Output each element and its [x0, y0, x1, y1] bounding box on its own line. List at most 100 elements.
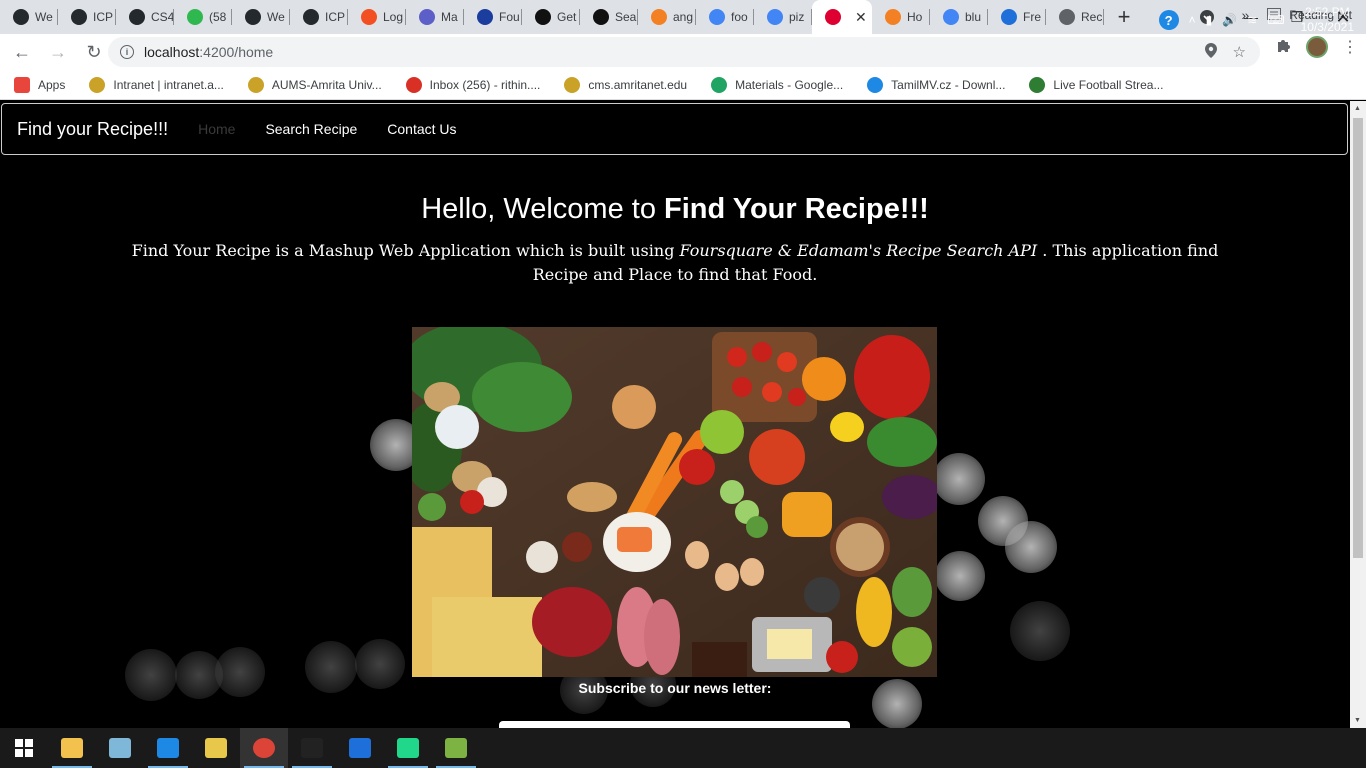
- browser-tab[interactable]: ICP: [290, 0, 348, 34]
- scroll-down-icon[interactable]: ▼: [1354, 717, 1361, 724]
- tab-label: ang: [673, 10, 694, 24]
- menu-icon[interactable]: ⋮: [1342, 37, 1358, 57]
- volume-icon[interactable]: 🔊: [1222, 13, 1237, 27]
- reload-icon[interactable]: ↻: [78, 36, 110, 68]
- page-viewport: Find your Recipe!!! Home Search Recipe C…: [0, 101, 1350, 728]
- location-icon[interactable]: [1204, 43, 1217, 62]
- wifi-icon[interactable]: ≋: [1247, 13, 1257, 27]
- address-bar[interactable]: i localhost:4200/home ☆: [108, 37, 1260, 67]
- webstorm-icon[interactable]: [384, 728, 432, 768]
- bookmark-favicon: [711, 76, 728, 93]
- bookmark-favicon: [247, 76, 264, 93]
- bookmark-item[interactable]: Intranet | intranet.a...: [89, 76, 224, 93]
- browser-tab[interactable]: ICP: [58, 0, 116, 34]
- url-host: localhost: [144, 44, 200, 60]
- bookmark-item[interactable]: Live Football Strea...: [1029, 76, 1164, 93]
- new-tab-icon[interactable]: +: [1104, 0, 1144, 34]
- stackexchange-icon: [651, 9, 667, 25]
- site-info-icon[interactable]: i: [120, 45, 134, 59]
- stackoverflow-icon: [593, 9, 609, 25]
- url-path: :4200/home: [199, 44, 274, 60]
- browser-tab[interactable]: We: [232, 0, 290, 34]
- tab-separator: [1103, 9, 1104, 25]
- bookmark-favicon: [89, 76, 106, 93]
- chrome-icon[interactable]: [240, 728, 288, 768]
- bookmark-item[interactable]: cms.amritanet.edu: [564, 76, 687, 93]
- bookmark-item[interactable]: AUMS-Amrita Univ...: [247, 76, 382, 93]
- browser-tab[interactable]: Get: [522, 0, 580, 34]
- tab-label: Rec: [1081, 10, 1103, 24]
- app-icon-glyph: [445, 738, 467, 758]
- extensions-icon[interactable]: [1276, 37, 1292, 57]
- bookmark-label: Apps: [38, 77, 66, 92]
- clock-time: 2:52 PM: [1304, 5, 1350, 19]
- folder-icon[interactable]: [192, 728, 240, 768]
- back-icon[interactable]: ←: [6, 36, 38, 68]
- bookmark-star-icon[interactable]: ☆: [1233, 43, 1246, 62]
- browser-tab[interactable]: Ma: [406, 0, 464, 34]
- forward-icon[interactable]: →: [42, 36, 74, 68]
- browser-tab[interactable]: blu: [930, 0, 988, 34]
- notepad-icon-glyph: [109, 738, 131, 758]
- bookmark-label: Live Football Strea...: [1053, 77, 1164, 92]
- webstorm-icon-glyph: [397, 738, 419, 758]
- app-icon[interactable]: [432, 728, 480, 768]
- bookmark-favicon: [867, 76, 884, 93]
- browser-tab[interactable]: We: [0, 0, 58, 34]
- bookmarks-bar: Apps Intranet | intranet.a... AUMS-Amrita …: [0, 70, 1366, 100]
- bookmark-item[interactable]: Materials - Google...: [711, 76, 843, 93]
- browser-tab[interactable]: (58: [174, 0, 232, 34]
- browser-tab[interactable]: Fou: [464, 0, 522, 34]
- browser-tab[interactable]: Log: [348, 0, 406, 34]
- tab-label: foo: [731, 10, 748, 24]
- tab-label: We: [267, 10, 285, 24]
- browser-tab[interactable]: CS4: [116, 0, 174, 34]
- bookmark-item[interactable]: TamilMV.cz - Downl...: [867, 76, 1006, 93]
- battery-icon[interactable]: ▮: [1206, 13, 1213, 27]
- browser-tab[interactable]: Sea: [580, 0, 638, 34]
- help-icon[interactable]: ?: [1158, 10, 1179, 30]
- tab-label: Sea: [615, 10, 637, 24]
- chevron-up-icon[interactable]: ˄: [1189, 13, 1196, 27]
- windows-start-icon[interactable]: [0, 728, 48, 768]
- tab-label: Log: [383, 10, 404, 24]
- site-brand[interactable]: Find your Recipe!!!: [17, 119, 168, 140]
- sync-icon[interactable]: [144, 728, 192, 768]
- keyboard-icon[interactable]: ⌨: [1267, 13, 1284, 27]
- google-icon: [767, 9, 783, 25]
- sync-icon-glyph: [157, 738, 179, 758]
- page-scrollbar[interactable]: ▲ ▼: [1350, 101, 1366, 728]
- github-icon: [71, 9, 87, 25]
- tab-label: We: [35, 10, 53, 24]
- notepad-icon[interactable]: [96, 728, 144, 768]
- bokeh-light: [935, 551, 985, 601]
- apps-shortcut[interactable]: Apps: [14, 76, 66, 93]
- nav-contact-us-link[interactable]: Contact Us: [387, 121, 456, 137]
- newsletter-email-input[interactable]: [499, 721, 850, 728]
- nav-home-link[interactable]: Home: [198, 121, 235, 137]
- settings-icon[interactable]: [336, 728, 384, 768]
- chrome-icon-glyph: [253, 738, 275, 758]
- browser-tab[interactable]: Fre: [988, 0, 1046, 34]
- nav-search-recipe-link[interactable]: Search Recipe: [265, 121, 357, 137]
- tab-label: ICP: [325, 10, 346, 24]
- clock[interactable]: 2:52 PM 10/3/2021: [1301, 5, 1354, 35]
- scroll-up-icon[interactable]: ▲: [1354, 105, 1361, 112]
- stackexchange-icon: [885, 9, 901, 25]
- browser-tab[interactable]: ang: [638, 0, 696, 34]
- google-icon: [943, 9, 959, 25]
- browser-tab[interactable]: piz: [754, 0, 812, 34]
- browser-tab[interactable]: Ho: [872, 0, 930, 34]
- scrollbar-thumb[interactable]: [1353, 118, 1363, 558]
- bookmark-label: TamilMV.cz - Downl...: [891, 77, 1006, 92]
- file-explorer-icon[interactable]: [48, 728, 96, 768]
- bookmark-item[interactable]: Inbox (256) - rithin....: [405, 76, 540, 93]
- tab-label: blu: [965, 10, 982, 24]
- browser-tab[interactable]: Rec: [1046, 0, 1104, 34]
- browser-tab[interactable]: foo: [696, 0, 754, 34]
- browser-tab-active[interactable]: ✕: [812, 0, 872, 34]
- tab-label: Fre: [1023, 10, 1041, 24]
- close-tab-icon[interactable]: ✕: [855, 9, 867, 26]
- github-icon: [13, 9, 29, 25]
- terminal-icon[interactable]: [288, 728, 336, 768]
